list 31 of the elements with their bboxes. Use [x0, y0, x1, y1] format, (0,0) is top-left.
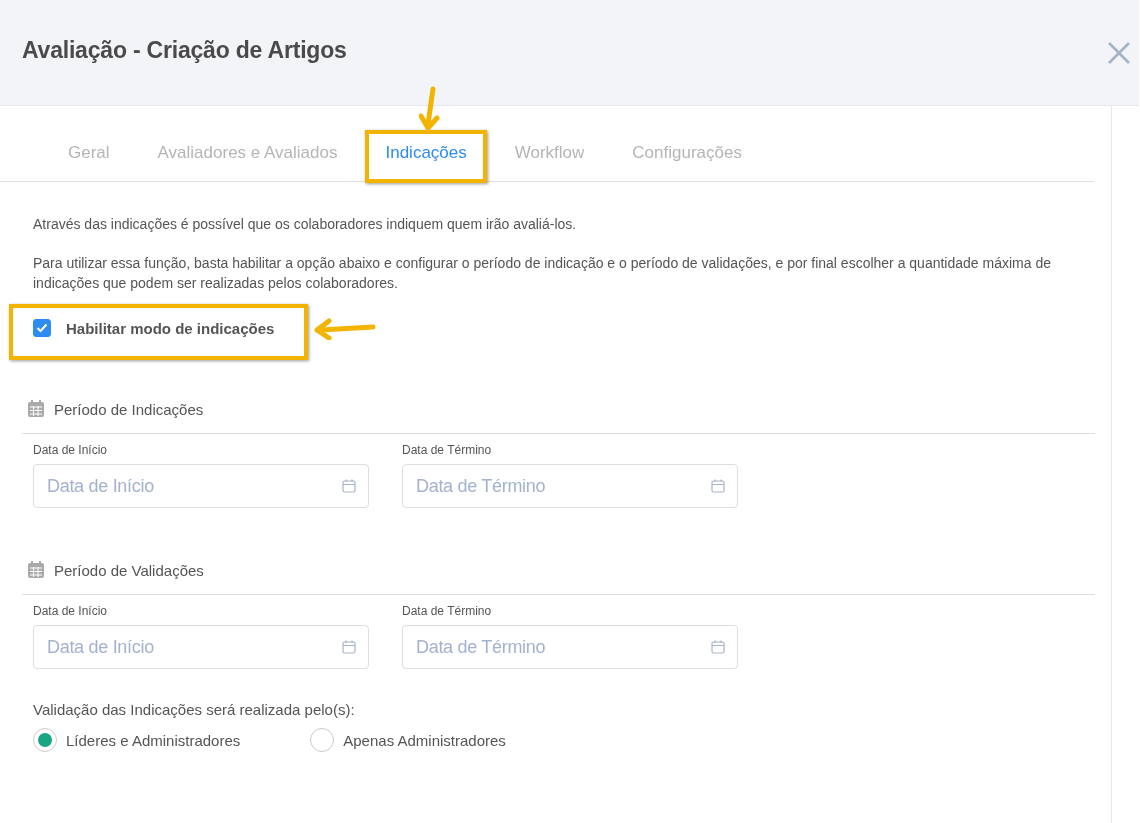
radio-group-label: Validação das Indicações será realizada pelo(s): [33, 701, 355, 718]
field-label: Data de Término [402, 443, 492, 457]
tab[interactable]: Workflow [496, 136, 603, 169]
calendar-icon [342, 640, 356, 654]
date-field[interactable]: Data de Início [33, 464, 369, 508]
description-text: Para utilizar essa função, basta habilitar a opção abaixo e configurar o período de indicação e o período de validações, e por final escolher a quantidade máxima de indicações que podem ser realizadas pelos colaboradores. [33, 254, 1052, 293]
calendar-icon [711, 479, 725, 493]
section-title: Período de Validações [54, 561, 204, 579]
radio-option[interactable]: Apenas Administradores [310, 728, 506, 752]
check-icon [36, 323, 48, 333]
checkbox-label: Habilitar modo de indicações [66, 319, 275, 337]
checkbox[interactable] [33, 319, 51, 337]
date-field[interactable]: Data de Início [33, 625, 369, 669]
tab[interactable]: Configurações [614, 136, 760, 169]
tab[interactable]: Indicações [367, 136, 485, 169]
calendar-icon [27, 561, 45, 579]
radio-option[interactable]: Líderes e Administradores [33, 728, 241, 752]
calendar-icon [342, 479, 356, 493]
tab[interactable]: Geral [50, 136, 128, 169]
calendar-icon [711, 640, 725, 654]
field-label: Data de Início [33, 443, 108, 457]
modal-title: Avaliação - Criação de Artigos [22, 37, 347, 64]
tab[interactable]: Avaliadores e Avaliados [139, 136, 356, 169]
description-text: Através das indicações é possível que os colaboradores indiquem quem irão avaliá-los. [33, 215, 578, 234]
field-label: Data de Término [402, 604, 492, 618]
field-label: Data de Início [33, 604, 108, 618]
date-field[interactable]: Data de Término [402, 625, 738, 669]
date-field[interactable]: Data de Término [402, 464, 738, 508]
section-title: Período de Indicações [54, 400, 204, 418]
callout-arrow [313, 316, 377, 340]
calendar-icon [27, 400, 45, 418]
